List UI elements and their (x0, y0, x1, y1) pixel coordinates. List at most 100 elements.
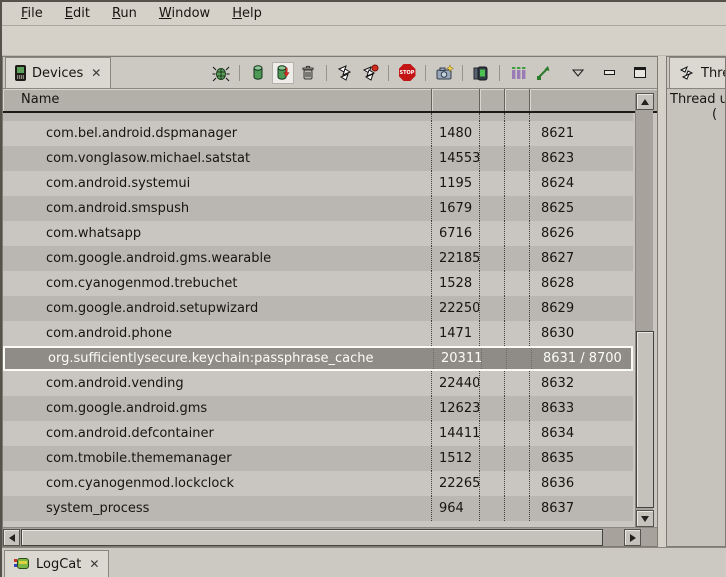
process-name: com.google.android.setupwizard (3, 296, 431, 321)
scroll-down-button[interactable] (636, 510, 654, 527)
process-col-c (479, 171, 504, 196)
minimize-icon[interactable] (598, 62, 620, 84)
table-row[interactable]: com.bel.android.dspmanager14808621 (3, 121, 633, 146)
table-row[interactable]: com.whatsapp67168626 (3, 221, 633, 246)
process-col-d (504, 296, 529, 321)
process-pid: 14411 (431, 421, 479, 446)
table-row[interactable]: com.tmobile.thememanager15128635 (3, 446, 633, 471)
table-row[interactable] (3, 113, 633, 121)
process-name: com.android.phone (3, 321, 431, 346)
tab-devices[interactable]: Devices ✕ (5, 57, 111, 88)
process-table-body: com.bel.android.dspmanager14808621com.vo… (3, 113, 633, 521)
process-col-d (504, 196, 529, 221)
column-header-name[interactable]: Name (3, 89, 432, 111)
table-row[interactable]: com.android.vending224408632 (3, 371, 633, 396)
process-name: com.cyanogenmod.trebuchet (3, 271, 431, 296)
process-pid: 964 (431, 496, 479, 521)
tab-threads[interactable]: Threa (669, 57, 726, 88)
table-row[interactable]: com.google.android.gms.wearable221858627 (3, 246, 633, 271)
close-icon[interactable]: ✕ (89, 67, 101, 79)
logcat-panel: LogCat ✕ (2, 547, 726, 577)
threads-tabbar: Threa (667, 57, 725, 89)
update-threads-icon[interactable] (334, 62, 356, 84)
process-pid: 22250 (431, 296, 479, 321)
vertical-scrollbar-thumb[interactable] (636, 331, 654, 508)
process-port: 8632 (529, 371, 633, 396)
table-row[interactable]: system_process9648637 (3, 496, 633, 521)
menu-file[interactable]: File (10, 4, 54, 23)
update-heap-icon[interactable] (247, 62, 269, 84)
tab-devices-label: Devices (32, 66, 83, 81)
process-col-d (504, 146, 529, 171)
process-col-c (479, 421, 504, 446)
stop-process-icon[interactable]: STOP (396, 62, 418, 84)
tab-logcat[interactable]: LogCat ✕ (4, 550, 109, 577)
process-pid: 20311 (433, 348, 481, 369)
horizontal-scrollbar[interactable] (3, 527, 657, 546)
process-col-c (479, 396, 504, 421)
menu-help[interactable]: Help (221, 4, 273, 23)
table-row[interactable]: com.vonglasow.michael.satstat145538623 (3, 146, 633, 171)
start-method-profiling-icon[interactable] (359, 62, 381, 84)
table-row[interactable]: org.sufficientlysecure.keychain:passphra… (3, 346, 633, 371)
process-col-d (504, 496, 529, 521)
process-name: com.tmobile.thememanager (3, 446, 431, 471)
process-pid: 22265 (431, 471, 479, 496)
panel-sash[interactable] (658, 56, 666, 547)
table-row[interactable]: com.android.smspush16798625 (3, 196, 633, 221)
debug-process-icon[interactable] (210, 62, 232, 84)
table-row[interactable]: com.cyanogenmod.trebuchet15288628 (3, 271, 633, 296)
vertical-scrollbar[interactable] (635, 93, 653, 527)
column-header-pid[interactable] (432, 89, 480, 111)
column-header-c3[interactable] (505, 89, 530, 111)
devices-toolbar: STOP (210, 57, 651, 88)
table-row[interactable]: com.android.defcontainer144118634 (3, 421, 633, 446)
partial-cell (479, 113, 504, 121)
systrace-icon[interactable] (507, 62, 529, 84)
process-port: 8625 (529, 196, 633, 221)
table-row[interactable]: com.android.systemui11958624 (3, 171, 633, 196)
horizontal-scrollbar-thumb[interactable] (21, 529, 603, 546)
cause-gc-icon[interactable] (297, 62, 319, 84)
screen-record-icon[interactable] (470, 62, 492, 84)
process-name: com.cyanogenmod.lockclock (3, 471, 431, 496)
table-row[interactable]: com.android.phone14718630 (3, 321, 633, 346)
menu-run[interactable]: Run (101, 4, 148, 23)
process-col-c (479, 221, 504, 246)
table-row[interactable]: com.cyanogenmod.lockclock222658636 (3, 471, 633, 496)
screen-capture-icon[interactable] (433, 62, 455, 84)
toolbar-separator (499, 65, 500, 81)
process-col-c (479, 471, 504, 496)
tab-threads-label: Threa (701, 66, 726, 81)
start-opengl-trace-icon[interactable] (532, 62, 554, 84)
menu-edit[interactable]: Edit (54, 4, 101, 23)
column-header-c2[interactable] (480, 89, 505, 111)
menu-window[interactable]: Window (148, 4, 221, 23)
process-col-c (479, 496, 504, 521)
process-col-d (504, 171, 529, 196)
process-col-d (504, 396, 529, 421)
process-col-c (481, 348, 506, 369)
view-menu-icon[interactable] (567, 62, 589, 84)
table-row[interactable]: com.google.android.gms126238633 (3, 396, 633, 421)
devices-tabbar: Devices ✕ (3, 57, 657, 89)
close-icon[interactable]: ✕ (87, 558, 99, 570)
process-col-d (506, 348, 531, 369)
threads-panel: Threa Thread up ( (666, 56, 726, 547)
process-name: com.whatsapp (3, 221, 431, 246)
process-name: com.android.defcontainer (3, 421, 431, 446)
process-pid: 1480 (431, 121, 479, 146)
process-port: 8637 (529, 496, 633, 521)
scroll-left-button[interactable] (3, 529, 20, 546)
table-row[interactable]: com.google.android.setupwizard222508629 (3, 296, 633, 321)
partial-cell (504, 113, 529, 121)
dump-hprof-icon[interactable] (272, 62, 294, 84)
process-col-d (504, 221, 529, 246)
process-col-c (479, 271, 504, 296)
maximize-icon[interactable] (629, 62, 651, 84)
scroll-right-button[interactable] (624, 529, 641, 546)
process-col-c (479, 296, 504, 321)
toolbar-separator (239, 65, 240, 81)
scroll-up-button[interactable] (636, 93, 654, 110)
process-col-d (504, 471, 529, 496)
